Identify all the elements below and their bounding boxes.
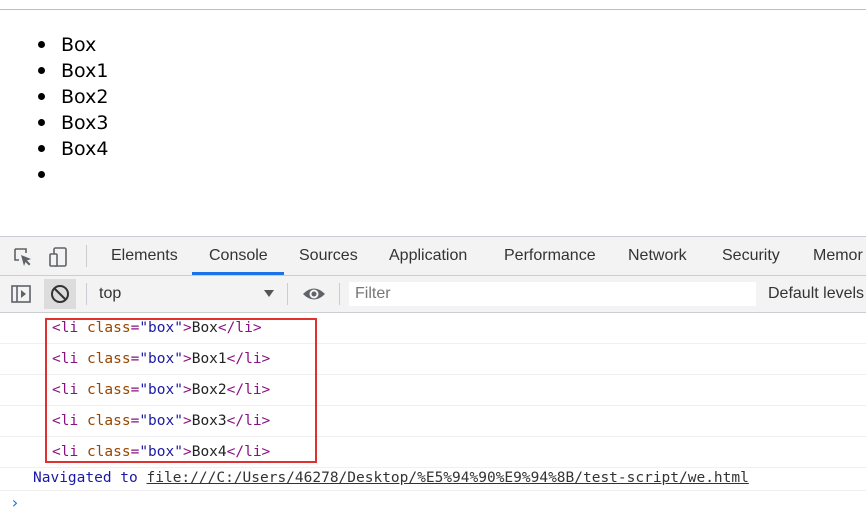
console-prompt-icon[interactable]: ›: [10, 493, 20, 512]
navigated-prefix: Navigated to: [33, 470, 138, 486]
attr-value: "box": [139, 382, 183, 398]
toolbar-separator: [339, 283, 340, 305]
toolbar-separator: [86, 283, 87, 305]
list-item: Box3: [0, 110, 108, 136]
tag-bracket: >: [182, 382, 192, 398]
tag-close: </li>: [217, 320, 262, 336]
tab-sources[interactable]: Sources: [299, 237, 358, 275]
tag-open: <li: [52, 444, 79, 460]
log-levels-dropdown[interactable]: Default levels: [768, 276, 864, 312]
tag-bracket: >: [182, 444, 192, 460]
console-message[interactable]: <li class="box">Box</li>: [0, 313, 866, 344]
console-message[interactable]: <li class="box">Box1</li>: [0, 344, 866, 375]
element-text: Box: [191, 320, 218, 336]
console-message[interactable]: <li class="box">Box2</li>: [0, 375, 866, 406]
tag-bracket: >: [182, 351, 192, 367]
console-message[interactable]: <li class="box">Box3</li>: [0, 406, 866, 437]
tab-console[interactable]: Console: [209, 237, 268, 275]
navigation-message: Navigated to file:///C:/Users/46278/Desk…: [0, 465, 866, 491]
list-item: Box2: [0, 84, 108, 110]
top-border: [0, 9, 866, 10]
console-output: <li class="box">Box</li> <li class="box"…: [0, 313, 866, 468]
navigated-url-link[interactable]: file:///C:/Users/46278/Desktop/%E5%94%90…: [147, 470, 749, 486]
chevron-down-icon[interactable]: [264, 290, 274, 297]
inspect-element-icon[interactable]: [12, 246, 34, 272]
page-list: Box Box1 Box2 Box3 Box4: [0, 32, 108, 188]
element-text: Box2: [191, 382, 227, 398]
tab-security[interactable]: Security: [722, 237, 780, 275]
sidebar-toggle-icon[interactable]: [10, 283, 32, 309]
live-expression-icon[interactable]: [302, 283, 326, 309]
tab-application[interactable]: Application: [389, 237, 467, 275]
attr-name: class: [86, 351, 131, 367]
attr-name: class: [86, 444, 131, 460]
attr-name: class: [86, 382, 131, 398]
tag-close: </li>: [226, 382, 271, 398]
tab-network[interactable]: Network: [628, 237, 687, 275]
attr-name: class: [86, 320, 131, 336]
list-item: [0, 162, 108, 188]
toolbar-separator: [287, 283, 288, 305]
attr-value: "box": [139, 320, 183, 336]
attr-value: "box": [139, 444, 183, 460]
element-text: Box4: [191, 444, 227, 460]
tag-open: <li: [52, 351, 79, 367]
console-toolbar: top Default levels: [0, 276, 866, 313]
tag-open: <li: [52, 320, 79, 336]
tag-close: </li>: [226, 413, 271, 429]
tab-separator: [86, 245, 87, 267]
attr-value: "box": [139, 413, 183, 429]
list-item: Box4: [0, 136, 108, 162]
filter-input[interactable]: [349, 282, 756, 306]
tab-elements[interactable]: Elements: [111, 237, 178, 275]
attr-value: "box": [139, 351, 183, 367]
list-item: Box: [0, 32, 108, 58]
tab-performance[interactable]: Performance: [504, 237, 596, 275]
clear-console-icon: [51, 285, 69, 303]
clear-console-button[interactable]: [44, 279, 76, 309]
tab-memory[interactable]: Memor: [813, 237, 863, 275]
element-text: Box1: [191, 351, 227, 367]
attr-name: class: [86, 413, 131, 429]
tag-bracket: >: [182, 413, 192, 429]
device-toggle-icon[interactable]: [48, 246, 70, 272]
tag-open: <li: [52, 382, 79, 398]
screen: Box Box1 Box2 Box3 Box4 Elements Console…: [0, 0, 866, 531]
list-item: Box1: [0, 58, 108, 84]
devtools-tabbar: Elements Console Sources Application Per…: [0, 237, 866, 276]
active-tab-indicator: [192, 272, 284, 275]
tag-open: <li: [52, 413, 79, 429]
context-selector[interactable]: top: [99, 276, 121, 312]
tag-close: </li>: [226, 351, 271, 367]
console-message[interactable]: <li class="box">Box4</li>: [0, 437, 866, 468]
tag-bracket: >: [182, 320, 192, 336]
tag-close: </li>: [226, 444, 271, 460]
element-text: Box3: [191, 413, 227, 429]
